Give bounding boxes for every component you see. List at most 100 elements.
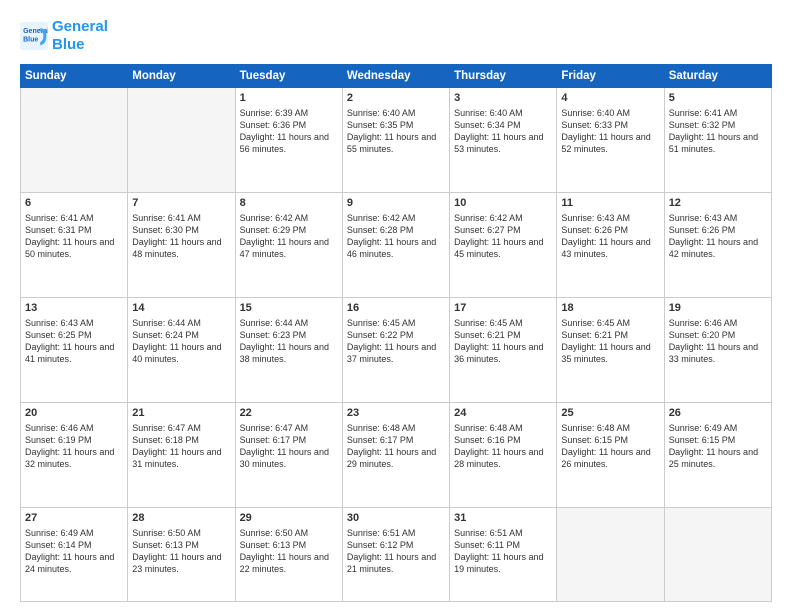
day-info: Sunrise: 6:41 AMSunset: 6:30 PMDaylight:…	[132, 212, 230, 261]
day-number: 13	[25, 301, 123, 316]
day-info: Sunrise: 6:49 AMSunset: 6:14 PMDaylight:…	[25, 527, 123, 576]
day-number: 11	[561, 196, 659, 211]
day-info: Sunrise: 6:40 AMSunset: 6:35 PMDaylight:…	[347, 107, 445, 156]
day-cell: 13Sunrise: 6:43 AMSunset: 6:25 PMDayligh…	[21, 298, 128, 403]
day-cell: 2Sunrise: 6:40 AMSunset: 6:35 PMDaylight…	[342, 88, 449, 193]
calendar-table: Sunday Monday Tuesday Wednesday Thursday…	[20, 64, 772, 602]
day-number: 26	[669, 406, 767, 421]
day-number: 22	[240, 406, 338, 421]
day-cell: 28Sunrise: 6:50 AMSunset: 6:13 PMDayligh…	[128, 508, 235, 602]
day-number: 17	[454, 301, 552, 316]
day-info: Sunrise: 6:50 AMSunset: 6:13 PMDaylight:…	[240, 527, 338, 576]
day-info: Sunrise: 6:41 AMSunset: 6:32 PMDaylight:…	[669, 107, 767, 156]
day-cell: 11Sunrise: 6:43 AMSunset: 6:26 PMDayligh…	[557, 193, 664, 298]
day-info: Sunrise: 6:46 AMSunset: 6:19 PMDaylight:…	[25, 422, 123, 471]
day-number: 9	[347, 196, 445, 211]
col-wednesday: Wednesday	[342, 65, 449, 88]
day-cell: 6Sunrise: 6:41 AMSunset: 6:31 PMDaylight…	[21, 193, 128, 298]
day-cell: 10Sunrise: 6:42 AMSunset: 6:27 PMDayligh…	[450, 193, 557, 298]
col-monday: Monday	[128, 65, 235, 88]
page: General Blue General Blue Sunday Monday …	[0, 0, 792, 612]
day-number: 23	[347, 406, 445, 421]
col-sunday: Sunday	[21, 65, 128, 88]
day-cell: 22Sunrise: 6:47 AMSunset: 6:17 PMDayligh…	[235, 403, 342, 508]
day-cell: 24Sunrise: 6:48 AMSunset: 6:16 PMDayligh…	[450, 403, 557, 508]
day-cell	[21, 88, 128, 193]
day-number: 21	[132, 406, 230, 421]
day-info: Sunrise: 6:42 AMSunset: 6:27 PMDaylight:…	[454, 212, 552, 261]
col-friday: Friday	[557, 65, 664, 88]
day-number: 29	[240, 511, 338, 526]
day-info: Sunrise: 6:50 AMSunset: 6:13 PMDaylight:…	[132, 527, 230, 576]
day-cell: 21Sunrise: 6:47 AMSunset: 6:18 PMDayligh…	[128, 403, 235, 508]
day-cell: 3Sunrise: 6:40 AMSunset: 6:34 PMDaylight…	[450, 88, 557, 193]
day-number: 2	[347, 91, 445, 106]
day-info: Sunrise: 6:47 AMSunset: 6:18 PMDaylight:…	[132, 422, 230, 471]
day-info: Sunrise: 6:39 AMSunset: 6:36 PMDaylight:…	[240, 107, 338, 156]
day-cell: 8Sunrise: 6:42 AMSunset: 6:29 PMDaylight…	[235, 193, 342, 298]
day-cell: 4Sunrise: 6:40 AMSunset: 6:33 PMDaylight…	[557, 88, 664, 193]
day-info: Sunrise: 6:51 AMSunset: 6:12 PMDaylight:…	[347, 527, 445, 576]
day-info: Sunrise: 6:48 AMSunset: 6:16 PMDaylight:…	[454, 422, 552, 471]
day-info: Sunrise: 6:45 AMSunset: 6:22 PMDaylight:…	[347, 317, 445, 366]
day-cell	[557, 508, 664, 602]
day-info: Sunrise: 6:43 AMSunset: 6:26 PMDaylight:…	[669, 212, 767, 261]
day-number: 3	[454, 91, 552, 106]
header: General Blue General Blue	[20, 18, 772, 54]
header-row: Sunday Monday Tuesday Wednesday Thursday…	[21, 65, 772, 88]
col-saturday: Saturday	[664, 65, 771, 88]
day-info: Sunrise: 6:43 AMSunset: 6:25 PMDaylight:…	[25, 317, 123, 366]
day-number: 25	[561, 406, 659, 421]
day-cell: 9Sunrise: 6:42 AMSunset: 6:28 PMDaylight…	[342, 193, 449, 298]
week-row-5: 27Sunrise: 6:49 AMSunset: 6:14 PMDayligh…	[21, 508, 772, 602]
day-info: Sunrise: 6:40 AMSunset: 6:33 PMDaylight:…	[561, 107, 659, 156]
day-info: Sunrise: 6:45 AMSunset: 6:21 PMDaylight:…	[561, 317, 659, 366]
day-info: Sunrise: 6:43 AMSunset: 6:26 PMDaylight:…	[561, 212, 659, 261]
day-info: Sunrise: 6:49 AMSunset: 6:15 PMDaylight:…	[669, 422, 767, 471]
day-number: 19	[669, 301, 767, 316]
day-cell: 5Sunrise: 6:41 AMSunset: 6:32 PMDaylight…	[664, 88, 771, 193]
day-cell: 25Sunrise: 6:48 AMSunset: 6:15 PMDayligh…	[557, 403, 664, 508]
day-cell: 27Sunrise: 6:49 AMSunset: 6:14 PMDayligh…	[21, 508, 128, 602]
day-info: Sunrise: 6:47 AMSunset: 6:17 PMDaylight:…	[240, 422, 338, 471]
day-cell: 29Sunrise: 6:50 AMSunset: 6:13 PMDayligh…	[235, 508, 342, 602]
day-number: 18	[561, 301, 659, 316]
day-cell: 1Sunrise: 6:39 AMSunset: 6:36 PMDaylight…	[235, 88, 342, 193]
day-number: 12	[669, 196, 767, 211]
day-number: 7	[132, 196, 230, 211]
week-row-2: 6Sunrise: 6:41 AMSunset: 6:31 PMDaylight…	[21, 193, 772, 298]
day-cell: 16Sunrise: 6:45 AMSunset: 6:22 PMDayligh…	[342, 298, 449, 403]
day-info: Sunrise: 6:41 AMSunset: 6:31 PMDaylight:…	[25, 212, 123, 261]
day-info: Sunrise: 6:46 AMSunset: 6:20 PMDaylight:…	[669, 317, 767, 366]
day-cell: 15Sunrise: 6:44 AMSunset: 6:23 PMDayligh…	[235, 298, 342, 403]
day-cell: 23Sunrise: 6:48 AMSunset: 6:17 PMDayligh…	[342, 403, 449, 508]
day-info: Sunrise: 6:44 AMSunset: 6:23 PMDaylight:…	[240, 317, 338, 366]
day-cell: 26Sunrise: 6:49 AMSunset: 6:15 PMDayligh…	[664, 403, 771, 508]
day-info: Sunrise: 6:48 AMSunset: 6:15 PMDaylight:…	[561, 422, 659, 471]
day-number: 31	[454, 511, 552, 526]
day-info: Sunrise: 6:51 AMSunset: 6:11 PMDaylight:…	[454, 527, 552, 576]
day-number: 10	[454, 196, 552, 211]
day-info: Sunrise: 6:40 AMSunset: 6:34 PMDaylight:…	[454, 107, 552, 156]
day-cell: 12Sunrise: 6:43 AMSunset: 6:26 PMDayligh…	[664, 193, 771, 298]
col-tuesday: Tuesday	[235, 65, 342, 88]
logo-text: General Blue	[52, 18, 108, 54]
day-number: 14	[132, 301, 230, 316]
day-cell	[128, 88, 235, 193]
day-cell: 17Sunrise: 6:45 AMSunset: 6:21 PMDayligh…	[450, 298, 557, 403]
day-cell: 30Sunrise: 6:51 AMSunset: 6:12 PMDayligh…	[342, 508, 449, 602]
week-row-1: 1Sunrise: 6:39 AMSunset: 6:36 PMDaylight…	[21, 88, 772, 193]
day-cell: 20Sunrise: 6:46 AMSunset: 6:19 PMDayligh…	[21, 403, 128, 508]
day-cell: 31Sunrise: 6:51 AMSunset: 6:11 PMDayligh…	[450, 508, 557, 602]
day-cell: 18Sunrise: 6:45 AMSunset: 6:21 PMDayligh…	[557, 298, 664, 403]
day-cell: 7Sunrise: 6:41 AMSunset: 6:30 PMDaylight…	[128, 193, 235, 298]
day-info: Sunrise: 6:42 AMSunset: 6:29 PMDaylight:…	[240, 212, 338, 261]
day-number: 24	[454, 406, 552, 421]
day-cell: 19Sunrise: 6:46 AMSunset: 6:20 PMDayligh…	[664, 298, 771, 403]
week-row-3: 13Sunrise: 6:43 AMSunset: 6:25 PMDayligh…	[21, 298, 772, 403]
day-number: 27	[25, 511, 123, 526]
day-info: Sunrise: 6:45 AMSunset: 6:21 PMDaylight:…	[454, 317, 552, 366]
day-number: 15	[240, 301, 338, 316]
day-cell: 14Sunrise: 6:44 AMSunset: 6:24 PMDayligh…	[128, 298, 235, 403]
day-number: 6	[25, 196, 123, 211]
